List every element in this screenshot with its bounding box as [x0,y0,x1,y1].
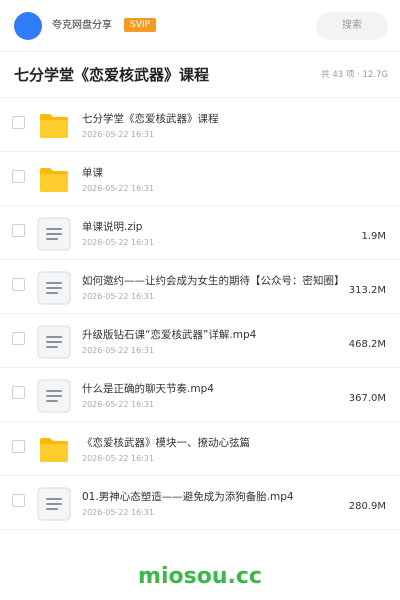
file-name[interactable]: 《恋爱核武器》模块一、撩动心弦篇 [82,436,250,450]
avatar[interactable] [14,12,42,40]
file-size: 280.9M [346,501,386,513]
file-date: 2026-05-22 16:31 [82,292,155,301]
file-name[interactable]: 升级版钻石课“恋爱核武器”详解.mp4 [82,328,256,342]
row-checkbox[interactable] [12,170,25,183]
file-date: 2026-05-22 16:31 [82,130,155,139]
file-row[interactable]: 01.男神心态塑造——避免成为添狗备胎.mp4 2026-05-22 16:31 2… [0,476,400,530]
folder-summary: 共 43 项 · 12.7G [321,70,388,80]
file-name[interactable]: 01.男神心态塑造——避免成为添狗备胎.mp4 [82,490,294,504]
row-checkbox[interactable] [12,332,25,345]
row-checkbox[interactable] [12,278,25,291]
file-date: 2026-05-22 16:31 [82,508,155,517]
file-date: 2026-05-22 16:31 [82,184,155,193]
file-row[interactable]: 单课说明.zip 2026-05-22 16:31 1.9M [0,206,400,260]
file-icon [36,486,72,522]
row-checkbox[interactable] [12,386,25,399]
file-date: 2026-05-22 16:31 [82,400,155,409]
top-bar: 夸克网盘分享 SVIP [0,0,400,52]
page-title: 七分学堂《恋爱核武器》课程 [14,66,210,84]
file-name[interactable]: 单课 [82,166,103,180]
file-icon [36,378,72,414]
file-row[interactable]: 如何邀约——让约会成为女生的期待【公众号：密知圈】 2026-05-22 16:3… [0,260,400,314]
file-icon [36,324,72,360]
file-icon [36,270,72,306]
file-date: 2026-05-22 16:31 [82,454,155,463]
file-row[interactable]: 什么是正确的聊天节奏.mp4 2026-05-22 16:31 367.0M [0,368,400,422]
watermark-brand: miosou.cc [138,564,262,589]
file-list: 七分学堂《恋爱核武器》课程 2026-05-22 16:31 单课 2026-05-2… [0,98,400,530]
folder-icon [36,162,72,198]
file-name[interactable]: 七分学堂《恋爱核武器》课程 [82,112,219,126]
row-checkbox[interactable] [12,494,25,507]
svip-badge: SVIP [124,18,156,32]
share-name: 夸克网盘分享 [52,20,112,31]
file-row[interactable]: 单课 2026-05-22 16:31 [0,152,400,206]
file-name[interactable]: 如何邀约——让约会成为女生的期待【公众号：密知圈】 [82,274,345,288]
file-row[interactable]: 七分学堂《恋爱核武器》课程 2026-05-22 16:31 [0,98,400,152]
file-row[interactable]: 《恋爱核武器》模块一、撩动心弦篇 2026-05-22 16:31 [0,422,400,476]
folder-icon [36,108,72,144]
row-checkbox[interactable] [12,440,25,453]
file-date: 2026-05-22 16:31 [82,346,155,355]
file-row[interactable]: 升级版钻石课“恋爱核武器”详解.mp4 2026-05-22 16:31 468.2… [0,314,400,368]
row-checkbox[interactable] [12,116,25,129]
folder-icon [36,432,72,468]
file-size: 367.0M [346,393,386,405]
row-checkbox[interactable] [12,224,25,237]
file-size: 1.9M [359,231,386,243]
file-name[interactable]: 什么是正确的聊天节奏.mp4 [82,382,214,396]
file-name[interactable]: 单课说明.zip [82,220,142,234]
folder-header: 七分学堂《恋爱核武器》课程 共 43 项 · 12.7G [0,52,400,98]
file-date: 2026-05-22 16:31 [82,238,155,247]
file-icon [36,216,72,252]
file-size: 468.2M [346,339,386,351]
file-size: 313.2M [346,285,386,297]
search-input[interactable] [316,12,388,40]
